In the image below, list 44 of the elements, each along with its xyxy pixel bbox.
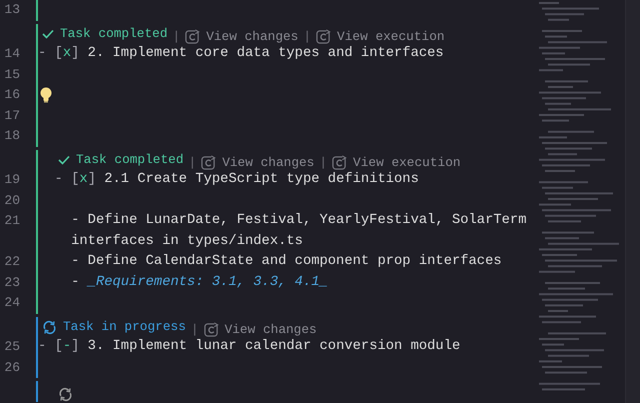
code-line: - Define CalendarState and component prop interfaces [70,253,502,272]
separator: | [303,29,312,44]
refresh-icon [316,29,332,44]
line-number: 26 [3,358,20,376]
task-line: - [x] 2.1 Create TypeScript type definitions [54,171,419,190]
task-line: - [x] 2. Implement core data types and interfaces [38,45,444,64]
code-line: interfaces in types/index.ts [70,232,303,251]
refresh-icon [332,155,348,170]
refresh-icon [204,322,219,337]
sync-icon [42,320,57,334]
view-link[interactable]: View changes [201,155,314,170]
checkmark-icon [58,155,70,165]
view-link[interactable]: View changes [185,29,298,44]
separator: | [190,322,199,337]
task-status[interactable]: Task in progress [63,317,186,337]
line-number: 25 [3,338,20,356]
line-number: 23 [3,274,20,292]
separator: | [319,155,328,170]
task-status[interactable]: Task completed [76,150,184,170]
line-number: 20 [3,192,20,210]
line-number: 13 [3,1,20,19]
refresh-icon [185,29,200,44]
line-number: 24 [3,294,20,312]
requirements-line: - _Requirements: 3.1, 3.3, 4.1_ [70,274,328,292]
task-status[interactable]: Task completed [60,24,168,44]
refresh-icon [201,155,216,170]
line-number: 22 [3,253,20,271]
line-number: 21 [3,212,20,230]
line-number: 18 [3,127,20,145]
line-number: 17 [3,106,20,124]
line-number: 19 [3,171,20,189]
line-number: 16 [3,86,20,104]
view-link[interactable]: View changes [204,322,317,337]
line-number: 15 [3,66,20,84]
view-link[interactable]: View execution [316,29,445,44]
separator: | [172,29,180,44]
line-number: 14 [3,45,20,63]
sync-icon [58,386,73,402]
separator: | [188,155,196,170]
lightbulb-icon[interactable] [40,87,52,104]
task-line: - [-] 3. Implement lunar calendar conversion module [38,338,460,356]
checkmark-icon [42,29,54,39]
code-line: - Define LunarDate, Festival, YearlyFestival, SolarTerm [70,212,526,230]
view-link[interactable]: View execution [332,155,461,170]
